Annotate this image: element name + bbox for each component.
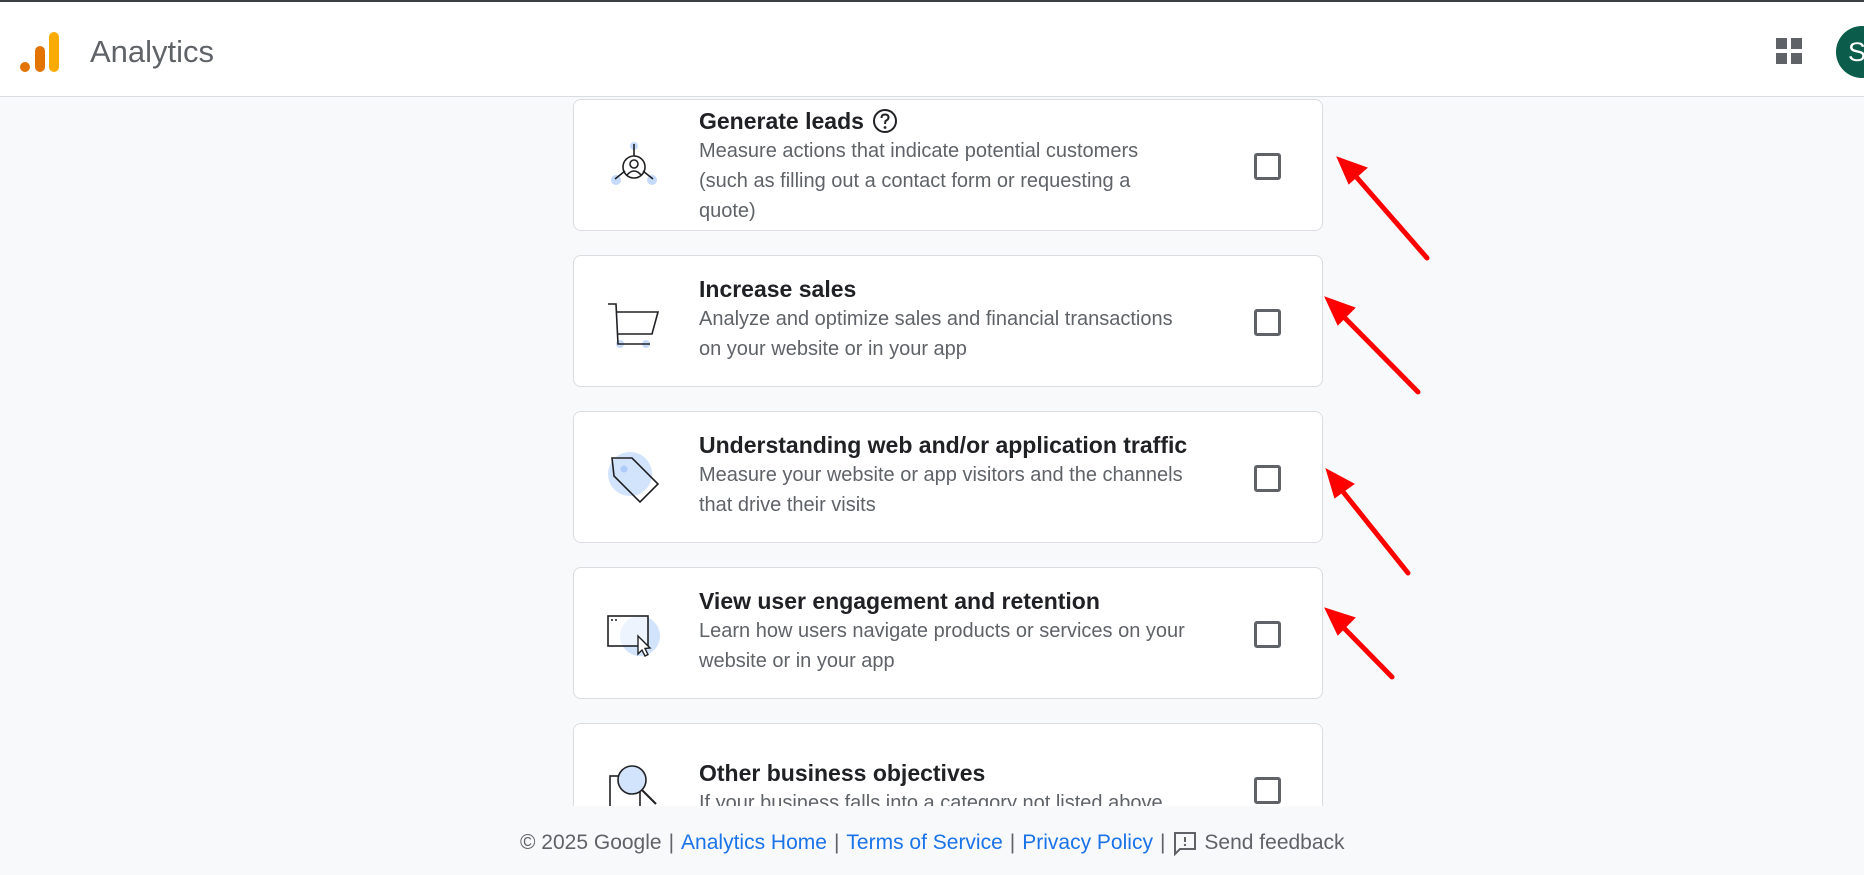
objective-description: on your website or in your app: [699, 338, 967, 360]
objective-description: Measure actions that indicate potential …: [699, 140, 1139, 162]
tag-icon: [608, 452, 660, 504]
objective-title: Other business objectives: [699, 760, 986, 786]
objective-description: that drive their visits: [699, 494, 876, 516]
objective-description: If your business falls into a category n…: [699, 792, 1163, 806]
objective-description: Analyze and optimize sales and financial…: [699, 308, 1173, 330]
objectives-list: Generate leads Measure actions that indi…: [0, 98, 1864, 806]
analytics-logo-icon[interactable]: [20, 28, 64, 76]
objective-title: Increase sales: [699, 276, 857, 302]
send-feedback-button[interactable]: Send feedback: [1172, 830, 1345, 856]
cart-icon: [608, 303, 660, 348]
page-footer: © 2025 Google | Analytics Home | Terms o…: [0, 806, 1864, 875]
objective-card-web-traffic[interactable]: Understanding web and/or application tra…: [573, 411, 1323, 543]
objective-card-other[interactable]: Other business objectives If your busine…: [573, 723, 1323, 806]
send-feedback-label: Send feedback: [1204, 831, 1345, 854]
objective-checkbox-web-traffic[interactable]: [1254, 465, 1281, 492]
terms-of-service-link[interactable]: Terms of Service: [846, 831, 1002, 855]
privacy-policy-link[interactable]: Privacy Policy: [1022, 831, 1153, 855]
objective-description: website or in your app: [699, 650, 895, 672]
footer-separator: |: [668, 831, 675, 854]
objective-title: View user engagement and retention: [699, 588, 1100, 614]
copyright-text: © 2025 Google: [520, 831, 662, 854]
google-apps-icon[interactable]: [1774, 36, 1804, 66]
magnifier-icon: [609, 765, 657, 806]
feedback-icon: [1174, 832, 1197, 856]
objective-title: Understanding web and/or application tra…: [699, 432, 1188, 458]
objective-description: quote): [699, 200, 756, 222]
footer-separator: |: [1009, 831, 1016, 854]
objective-title: Generate leads: [699, 108, 864, 134]
window-cursor-icon: [607, 615, 660, 657]
objective-description: (such as filling out a contact form or r…: [699, 170, 1131, 192]
objective-card-engagement[interactable]: View user engagement and retention Learn…: [573, 567, 1323, 699]
footer-separator: |: [833, 831, 840, 854]
app-title: Analytics: [90, 34, 215, 69]
analytics-home-link[interactable]: Analytics Home: [681, 831, 827, 855]
objective-description: Measure your website or app visitors and…: [699, 464, 1183, 486]
app-header: Analytics S: [0, 2, 1864, 97]
help-icon[interactable]: [872, 108, 898, 134]
footer-separator: |: [1159, 831, 1166, 854]
objective-description: Learn how users navigate products or ser…: [699, 620, 1185, 642]
leads-icon: [611, 142, 657, 185]
objective-checkbox-other[interactable]: [1254, 777, 1281, 804]
objective-checkbox-generate-leads[interactable]: [1254, 153, 1281, 180]
objective-card-generate-leads[interactable]: Generate leads Measure actions that indi…: [573, 99, 1323, 231]
objective-checkbox-engagement[interactable]: [1254, 621, 1281, 648]
objective-card-increase-sales[interactable]: Increase sales Analyze and optimize sale…: [573, 255, 1323, 387]
objective-checkbox-increase-sales[interactable]: [1254, 309, 1281, 336]
account-avatar[interactable]: S: [1836, 26, 1864, 78]
